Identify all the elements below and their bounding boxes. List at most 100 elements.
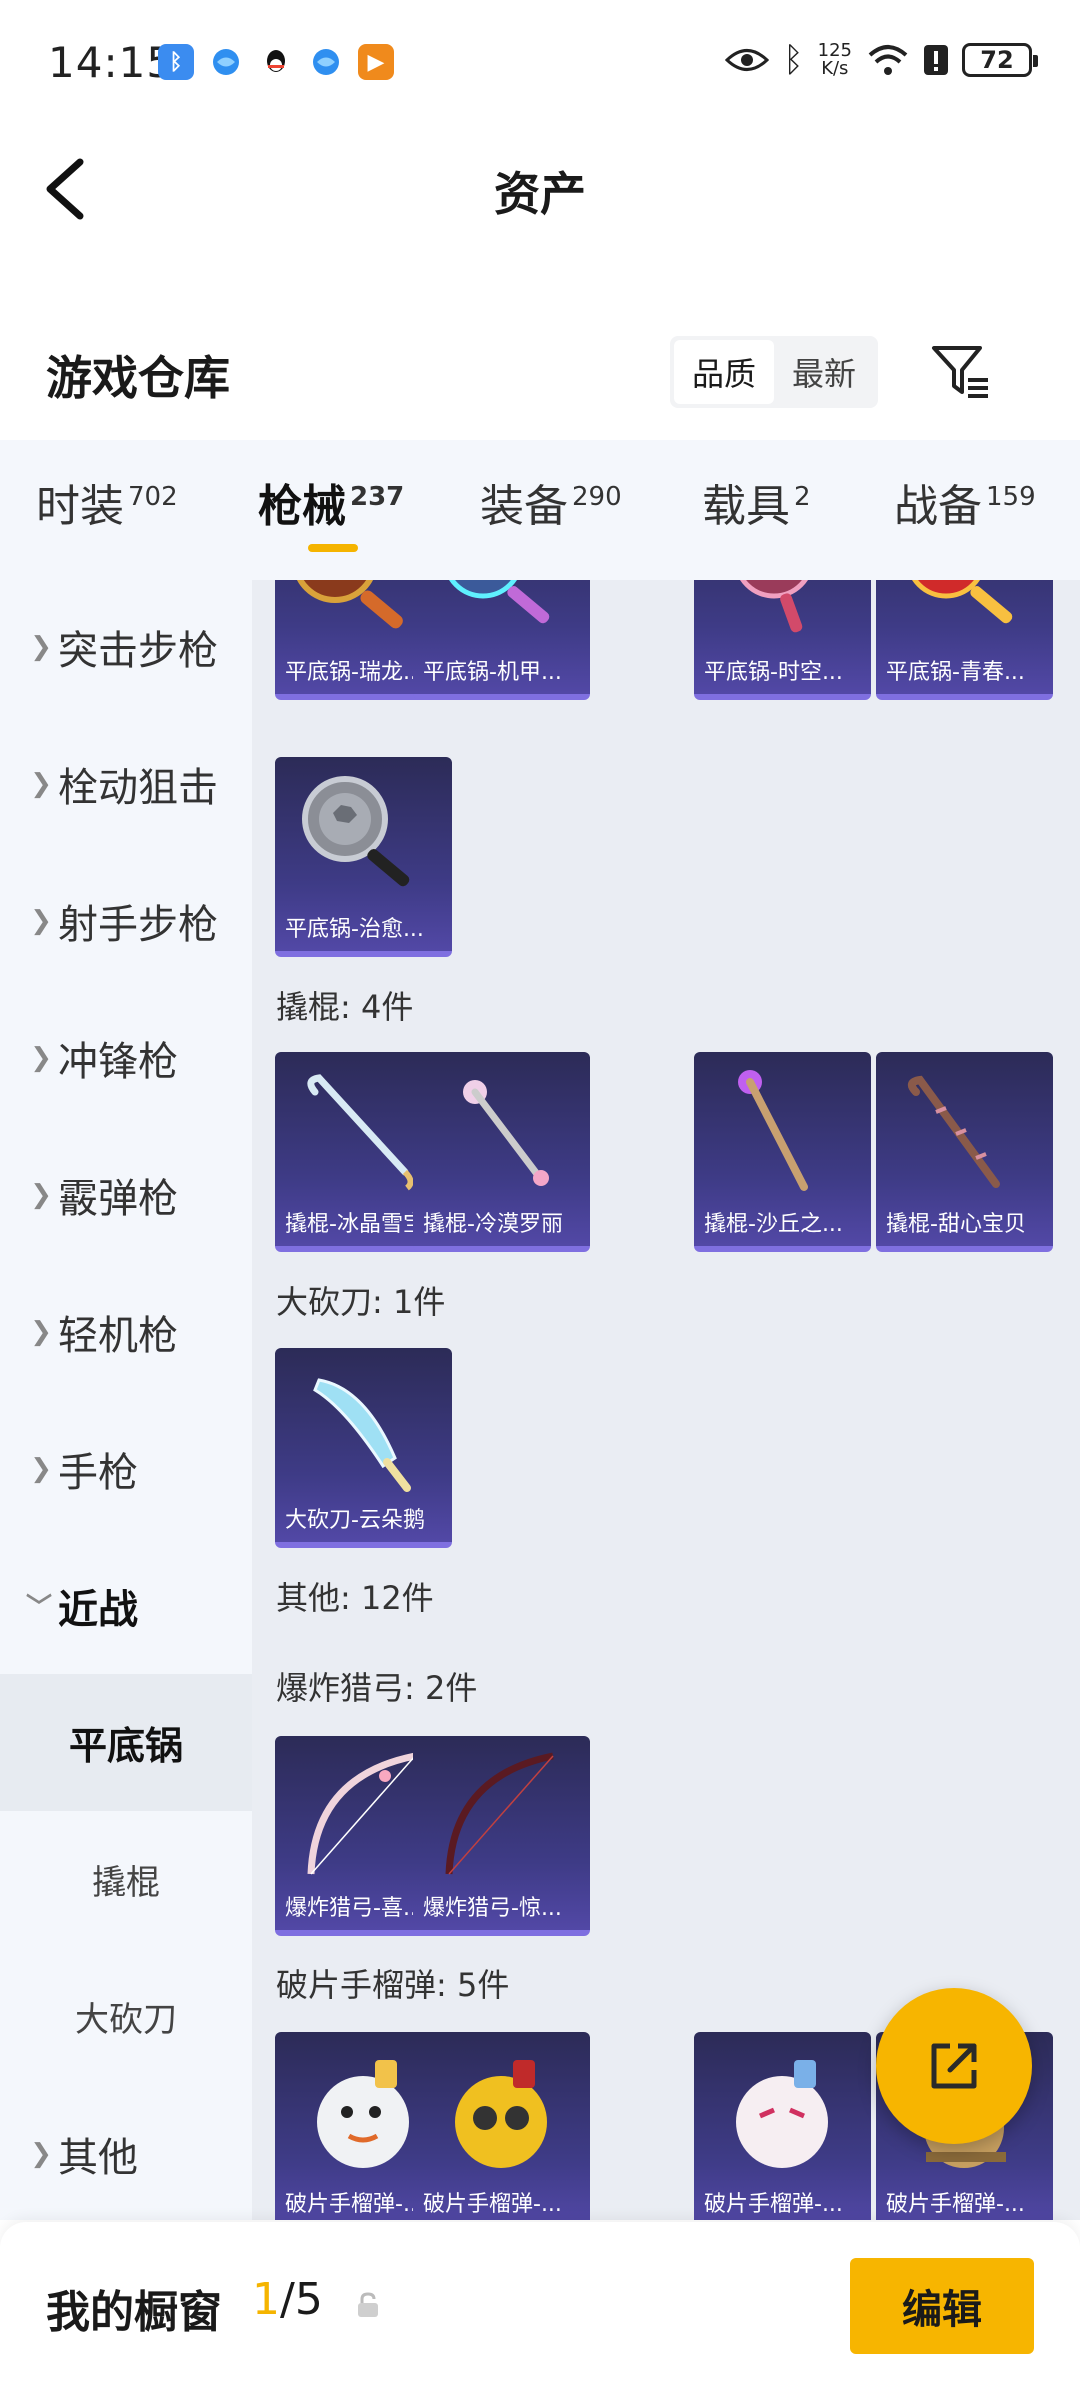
chevron-right-icon: ❯ xyxy=(30,2138,52,2169)
chevron-down-icon: ﹀ xyxy=(25,1593,52,1623)
bluetooth-icon: ᛒ xyxy=(783,40,804,80)
sidebar-subitem-label: 平底锅 xyxy=(68,1724,183,1768)
item-card[interactable]: 撬棍-甜心宝贝 xyxy=(876,1052,1053,1252)
item-card[interactable]: 破片手榴弹-... xyxy=(413,2032,590,2220)
video-app-icon: ▶ xyxy=(358,44,394,80)
share-fab-button[interactable] xyxy=(876,1988,1032,2144)
sidebar-item-bolt-sniper[interactable]: ❯ 栓动狙击 xyxy=(0,715,252,852)
tab-guns[interactable]: 枪械 237 xyxy=(258,470,404,534)
item-name: 撬棍-甜心宝贝 xyxy=(886,1212,1026,1237)
chevron-right-icon: ❯ xyxy=(30,768,52,799)
item-card[interactable]: 撬棍-沙丘之... xyxy=(694,1052,871,1252)
tab-count: 237 xyxy=(350,482,405,513)
sidebar-subitem-label: 撬棍 xyxy=(92,1863,160,1903)
sidebar-item-label: 栓动狙击 xyxy=(58,764,218,811)
tab-vehicles[interactable]: 载具 2 xyxy=(702,470,811,534)
grenade-icon xyxy=(736,2060,828,2168)
nav-header: 资产 xyxy=(0,130,1080,250)
browser-app-icon xyxy=(208,44,244,80)
sidebar-item-label: 轻机枪 xyxy=(58,1312,178,1359)
category-tabs: 时装 702 枪械 237 装备 290 载具 2 战备 159 xyxy=(0,440,1080,580)
status-right: ᛒ 125 K/s 72 xyxy=(725,40,1038,80)
crowbar-icon xyxy=(738,1070,808,1191)
group-title-other: 其他: 12件 xyxy=(276,1579,434,1617)
pan-icon xyxy=(912,580,1013,624)
item-card[interactable]: 平底锅-机甲... xyxy=(413,580,590,700)
crowbar-icon xyxy=(907,1075,1000,1188)
sidebar-item-label: 射手步枪 xyxy=(58,901,218,948)
net-speed-unit: K/s xyxy=(821,58,849,79)
grenade-icon xyxy=(455,2060,547,2168)
sidebar-subitem-crowbar[interactable]: 撬棍 xyxy=(0,1811,252,1948)
item-name: 平底锅-时空... xyxy=(704,660,843,685)
sidebar-item-marksman-rifle[interactable]: ❯ 射手步枪 xyxy=(0,852,252,989)
sidebar-item-other[interactable]: ❯ 其他 xyxy=(0,2085,252,2220)
item-grid: 平底锅-瑞龙... 平底锅-机甲... 平底锅-时空... 平底锅-青春... … xyxy=(252,580,1080,2220)
lock-icon xyxy=(358,2292,378,2317)
item-card[interactable]: 平底锅-青春... xyxy=(876,580,1053,700)
active-tab-indicator xyxy=(308,544,358,552)
category-sidebar: ❯ 突击步枪 ❯ 栓动狙击 ❯ 射手步枪 ❯ 冲锋枪 ❯ 霰弹枪 ❯ 轻机枪 ❯ 手枪 ﹀ 近战… xyxy=(0,580,252,2220)
sort-quality-option[interactable]: 品质 xyxy=(674,340,775,404)
tab-count: 702 xyxy=(128,482,178,513)
sidebar-item-smg[interactable]: ❯ 冲锋枪 xyxy=(0,989,252,1126)
browser2-app-icon xyxy=(308,44,344,80)
sidebar-item-shotgun[interactable]: ❯ 霰弹枪 xyxy=(0,1126,252,1263)
bottom-bar: 我的橱窗 1/5 编辑 xyxy=(0,2222,1080,2382)
tab-count: 2 xyxy=(794,482,811,513)
sidebar-item-melee[interactable]: ﹀ 近战 xyxy=(0,1537,252,1674)
crowbar-icon xyxy=(463,1080,549,1186)
qq-app-icon xyxy=(258,44,294,80)
filter-button[interactable] xyxy=(928,340,992,404)
sidebar-item-label: 手枪 xyxy=(58,1449,138,1496)
item-name: 撬棍-冷漠罗丽 xyxy=(423,1212,563,1237)
bow-icon xyxy=(445,1752,554,1875)
tab-count: 159 xyxy=(986,482,1036,513)
bluetooth-app-icon: ᛒ xyxy=(158,44,194,80)
sidebar-item-label: 冲锋枪 xyxy=(58,1038,178,1085)
chevron-right-icon: ❯ xyxy=(30,1179,52,1210)
sidebar-subitem-pan[interactable]: 平底锅 xyxy=(0,1674,252,1811)
status-time: 14:15 xyxy=(48,38,175,87)
battery-indicator: 72 xyxy=(962,43,1038,77)
showcase-current: 1 xyxy=(252,2274,280,2325)
eye-icon xyxy=(725,49,770,71)
sidebar-item-pistol[interactable]: ❯ 手枪 xyxy=(0,1400,252,1537)
tab-label: 装备 xyxy=(480,481,568,532)
tab-supplies[interactable]: 战备 159 xyxy=(894,470,1036,534)
item-name: 平底锅-机甲... xyxy=(423,660,562,685)
item-card[interactable]: 平底锅-治愈... xyxy=(275,757,452,957)
item-name: 撬棍-沙丘之... xyxy=(704,1212,843,1237)
tab-equipment[interactable]: 装备 290 xyxy=(480,470,622,534)
filter-icon xyxy=(932,346,988,398)
tab-fashion[interactable]: 时装 702 xyxy=(36,470,178,534)
tab-label: 枪械 xyxy=(258,481,346,532)
wifi-icon xyxy=(868,45,908,75)
item-name: 破片手榴弹-... xyxy=(886,2192,1025,2217)
item-name: 爆炸猎弓-惊... xyxy=(423,1896,562,1921)
alert-icon xyxy=(924,45,948,75)
sort-latest-option[interactable]: 最新 xyxy=(774,340,874,404)
group-title-grenade: 破片手榴弹: 5件 xyxy=(276,1966,510,2004)
machete-icon xyxy=(313,1378,411,1492)
item-card[interactable]: 爆炸猎弓-惊... xyxy=(413,1736,590,1936)
sidebar-subitem-machete[interactable]: 大砍刀 xyxy=(0,1948,252,2085)
edit-button[interactable]: 编辑 xyxy=(850,2258,1034,2354)
sort-toggle: 品质 最新 xyxy=(670,336,879,408)
item-card[interactable]: 破片手榴弹-... xyxy=(694,2032,871,2220)
item-name: 大砍刀-云朵鹅 xyxy=(285,1508,425,1533)
sidebar-item-label: 近战 xyxy=(58,1586,138,1633)
item-card[interactable]: 撬棍-冷漠罗丽 xyxy=(413,1052,590,1252)
chevron-right-icon: ❯ xyxy=(30,1453,52,1484)
sidebar-item-lmg[interactable]: ❯ 轻机枪 xyxy=(0,1263,252,1400)
tab-label: 时装 xyxy=(36,481,124,532)
showcase-total: /5 xyxy=(280,2274,323,2325)
sidebar-item-label: 其他 xyxy=(58,2134,138,2181)
status-bar: 14:15 ᛒ ▶ ᛒ 125 K/s 72 xyxy=(0,0,1080,130)
sidebar-item-assault-rifle[interactable]: ❯ 突击步枪 xyxy=(0,580,252,715)
net-speed: 125 K/s xyxy=(818,42,852,78)
chevron-right-icon: ❯ xyxy=(30,905,52,936)
section-title: 游戏仓库 xyxy=(46,351,230,405)
item-card[interactable]: 大砍刀-云朵鹅 xyxy=(275,1348,452,1548)
item-card[interactable]: 平底锅-时空... xyxy=(694,580,871,700)
